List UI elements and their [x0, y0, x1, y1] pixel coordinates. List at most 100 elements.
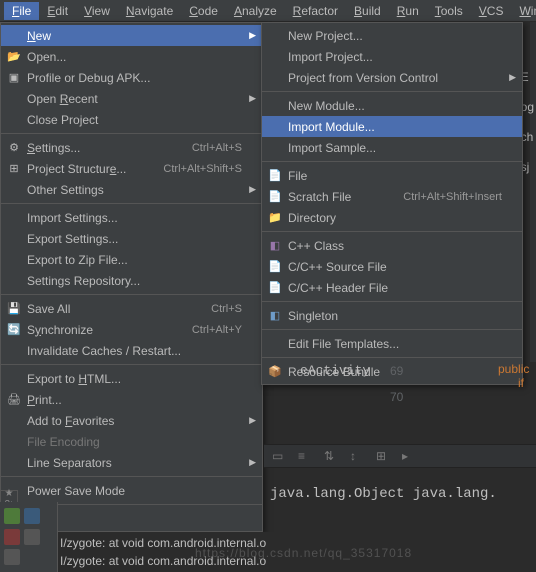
- toolbar-icon[interactable]: ≡: [298, 449, 312, 463]
- menubar-item-analyze[interactable]: Analyze: [226, 2, 285, 20]
- menu-item-label: File: [288, 169, 502, 183]
- menu-item-label: New Module...: [288, 99, 502, 113]
- new-submenu-item-import-project[interactable]: Import Project...: [262, 46, 522, 67]
- file-menu-item-open-recent[interactable]: Open Recent▶: [1, 88, 262, 109]
- menubar-item-code[interactable]: Code: [181, 2, 226, 20]
- file-menu-item-synchronize[interactable]: 🔄SynchronizeCtrl+Alt+Y: [1, 319, 262, 340]
- file-menu-item-invalidate-caches-restart[interactable]: Invalidate Caches / Restart...: [1, 340, 262, 361]
- file-menu-item-add-to-favorites[interactable]: Add to Favorites ▶: [1, 410, 262, 431]
- new-submenu-item-c-class[interactable]: ◧ C++ Class: [262, 235, 522, 256]
- menubar-item-build[interactable]: Build: [346, 2, 389, 20]
- menu-item-label: Settings...: [27, 141, 192, 155]
- menu-item-label: File Encoding: [27, 435, 242, 449]
- menubar-item-refactor[interactable]: Refactor: [285, 2, 346, 20]
- menu-item-icon: [5, 273, 23, 289]
- new-submenu-item-scratch-file[interactable]: 📄Scratch FileCtrl+Alt+Shift+Insert: [262, 186, 522, 207]
- submenu-arrow-icon: ▶: [249, 184, 256, 195]
- stop-icon[interactable]: [4, 529, 20, 545]
- menu-item-icon: ▣: [5, 70, 23, 86]
- new-submenu-item-import-sample[interactable]: Import Sample...: [262, 137, 522, 158]
- file-menu-item-import-settings[interactable]: Import Settings...: [1, 207, 262, 228]
- run-icon[interactable]: [4, 508, 20, 524]
- menu-item-label: Other Settings: [27, 183, 242, 197]
- new-submenu-item-singleton[interactable]: ◧Singleton: [262, 305, 522, 326]
- menu-item-label: Open...: [27, 50, 242, 64]
- toolbar-icon[interactable]: ▸: [402, 449, 416, 463]
- menu-item-label: Profile or Debug APK...: [27, 71, 242, 85]
- menu-item-label: Exit: [27, 512, 242, 526]
- menu-item-icon: 📁: [266, 210, 284, 226]
- file-menu-item-new[interactable]: New▶: [1, 25, 262, 46]
- menu-item-icon: 📂: [5, 49, 23, 65]
- new-submenu-item-import-module[interactable]: Import Module...: [262, 116, 522, 137]
- file-menu-item-export-to-zip-file[interactable]: Export to Zip File...: [1, 249, 262, 270]
- tool-icon[interactable]: [4, 549, 20, 565]
- submenu-arrow-icon: ▶: [249, 415, 256, 426]
- menubar-item-view[interactable]: View: [76, 2, 118, 20]
- toolbar-icon[interactable]: ▭: [272, 449, 286, 463]
- menu-item-label: Project from Version Control: [288, 71, 502, 85]
- line-number: 70: [390, 384, 403, 410]
- menu-item-icon: 📦: [266, 364, 284, 380]
- menu-item-icon: [5, 413, 23, 429]
- menu-item-icon: 📄: [266, 259, 284, 275]
- tool-icon[interactable]: [24, 529, 40, 545]
- menu-item-label: Export to Zip File...: [27, 253, 242, 267]
- file-menu-item-profile-or-debug-apk[interactable]: ▣ Profile or Debug APK...: [1, 67, 262, 88]
- menubar-item-window[interactable]: Window: [511, 2, 536, 20]
- new-submenu-item-new-module[interactable]: New Module...: [262, 95, 522, 116]
- menu-item-label: Add to Favorites: [27, 414, 242, 428]
- new-submenu-item-c-c-source-file[interactable]: 📄C/C++ Source File: [262, 256, 522, 277]
- menu-item-label: Export Settings...: [27, 232, 242, 246]
- toolbar-icon[interactable]: ⊞: [376, 449, 390, 463]
- menu-item-label: Edit File Templates...: [288, 337, 502, 351]
- file-menu-item-close-project[interactable]: Close Project: [1, 109, 262, 130]
- menubar: FileEditViewNavigateCodeAnalyzeRefactorB…: [0, 0, 536, 22]
- toolbar-icon[interactable]: ↕: [350, 449, 364, 463]
- file-menu-item-line-separators[interactable]: Line Separators▶: [1, 452, 262, 473]
- new-submenu-item-new-project[interactable]: New Project...: [262, 25, 522, 46]
- menu-item-label: Save All: [27, 302, 211, 316]
- submenu-arrow-icon: ▶: [249, 457, 256, 468]
- menu-item-icon: ◧: [266, 238, 284, 254]
- new-submenu-item-directory[interactable]: 📁Directory: [262, 207, 522, 228]
- menu-item-icon: [5, 231, 23, 247]
- menu-item-icon: [5, 91, 23, 107]
- menu-item-label: Import Module...: [288, 120, 502, 134]
- new-submenu-item-project-from-version-control[interactable]: Project from Version Control▶: [262, 67, 522, 88]
- menu-separator: [1, 364, 262, 365]
- menu-item-label: Print...: [27, 393, 242, 407]
- file-menu-item-print[interactable]: 🖨Print...: [1, 389, 262, 410]
- editor-toolbar: ▭ ≡ ⇅ ↕ ⊞ ▸: [264, 444, 536, 468]
- file-menu-item-export-settings[interactable]: Export Settings...: [1, 228, 262, 249]
- menubar-item-file[interactable]: File: [4, 2, 39, 20]
- new-submenu-item-c-c-header-file[interactable]: 📄C/C++ Header File: [262, 277, 522, 298]
- toolbar-icon[interactable]: ⇅: [324, 449, 338, 463]
- menu-item-icon: [5, 252, 23, 268]
- file-menu-item-power-save-mode[interactable]: Power Save Mode: [1, 480, 262, 501]
- editor-code[interactable]: public if: [498, 362, 529, 390]
- menu-item-label: C++ Class: [288, 239, 502, 253]
- menubar-item-tools[interactable]: Tools: [427, 2, 471, 20]
- menu-item-icon: [266, 98, 284, 114]
- menubar-item-edit[interactable]: Edit: [39, 2, 76, 20]
- file-menu-item-project-structure[interactable]: ⊞Project Structure...Ctrl+Alt+Shift+S: [1, 158, 262, 179]
- file-menu-item-save-all[interactable]: 💾Save AllCtrl+S: [1, 298, 262, 319]
- keyword-if: if: [498, 376, 529, 390]
- menu-separator: [262, 329, 522, 330]
- editor-gutter: 69 70: [390, 358, 403, 410]
- menu-item-label: New Project...: [288, 29, 502, 43]
- menu-item-label: Close Project: [27, 113, 242, 127]
- menubar-item-run[interactable]: Run: [389, 2, 427, 20]
- menubar-item-vcs[interactable]: VCS: [471, 2, 512, 20]
- new-submenu-item-file[interactable]: 📄File: [262, 165, 522, 186]
- file-menu-item-settings[interactable]: ⚙Settings...Ctrl+Alt+S: [1, 137, 262, 158]
- menu-item-icon: [5, 28, 23, 44]
- new-submenu-item-edit-file-templates[interactable]: Edit File Templates...: [262, 333, 522, 354]
- file-menu-item-open[interactable]: 📂 Open...: [1, 46, 262, 67]
- file-menu-item-settings-repository[interactable]: Settings Repository...: [1, 270, 262, 291]
- file-menu-item-other-settings[interactable]: Other Settings ▶: [1, 179, 262, 200]
- tool-icon[interactable]: [24, 508, 40, 524]
- file-menu-item-export-to-html[interactable]: Export to HTML...: [1, 368, 262, 389]
- menubar-item-navigate[interactable]: Navigate: [118, 2, 181, 20]
